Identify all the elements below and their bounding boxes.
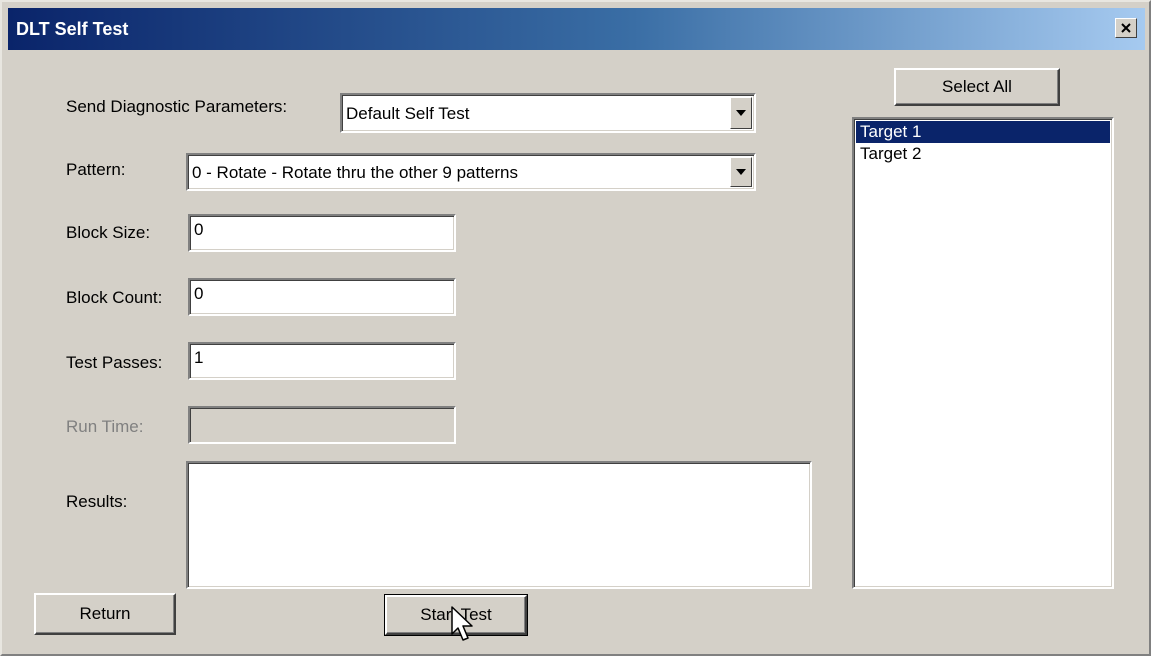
block-size-input[interactable]: 0 [188, 214, 456, 252]
block-count-value: 0 [194, 284, 204, 303]
target-list-item[interactable]: Target 2 [856, 143, 1110, 165]
pattern-label: Pattern: [66, 160, 126, 179]
target-list-item[interactable]: Target 1 [856, 121, 1110, 143]
results-label: Results: [66, 492, 128, 511]
select-all-label: Select All [942, 77, 1012, 96]
target-list-item-label: Target 1 [860, 122, 922, 141]
block-count-input[interactable]: 0 [188, 278, 456, 316]
diag-params-label: Send Diagnostic Parameters: [66, 97, 288, 116]
pattern-dropdown-button[interactable] [730, 157, 752, 187]
test-passes-value: 1 [194, 348, 204, 367]
diag-params-value: Default Self Test [346, 104, 470, 123]
target-list-item-label: Target 2 [860, 144, 922, 163]
close-icon [1121, 23, 1131, 33]
block-count-label: Block Count: [66, 288, 163, 307]
chevron-down-icon [736, 169, 746, 175]
window-title: DLT Self Test [16, 19, 129, 39]
mouse-pointer-icon [451, 606, 473, 641]
test-passes-label: Test Passes: [66, 353, 163, 372]
block-size-label: Block Size: [66, 223, 151, 242]
select-all-button[interactable]: Select All [894, 68, 1060, 106]
return-label: Return [79, 604, 131, 623]
pattern-value: 0 - Rotate - Rotate thru the other 9 pat… [192, 163, 519, 182]
target-list[interactable]: Target 1 Target 2 [852, 117, 1114, 589]
pattern-dropdown[interactable]: 0 - Rotate - Rotate thru the other 9 pat… [186, 153, 756, 191]
title-bar[interactable]: DLT Self Test [8, 8, 1145, 50]
dlt-self-test-dialog: DLT Self Test Send Diagnostic Parameters… [0, 0, 1151, 656]
chevron-down-icon [736, 110, 746, 116]
run-time-field [188, 406, 456, 444]
return-button[interactable]: Return [34, 593, 176, 635]
test-passes-input[interactable]: 1 [188, 342, 456, 380]
run-time-label: Run Time: [66, 417, 144, 436]
diag-params-dropdown[interactable]: Default Self Test [340, 93, 756, 133]
block-size-value: 0 [194, 220, 204, 239]
diag-params-dropdown-button[interactable] [730, 97, 752, 129]
results-textarea[interactable] [186, 461, 812, 589]
close-button[interactable] [1115, 18, 1137, 38]
